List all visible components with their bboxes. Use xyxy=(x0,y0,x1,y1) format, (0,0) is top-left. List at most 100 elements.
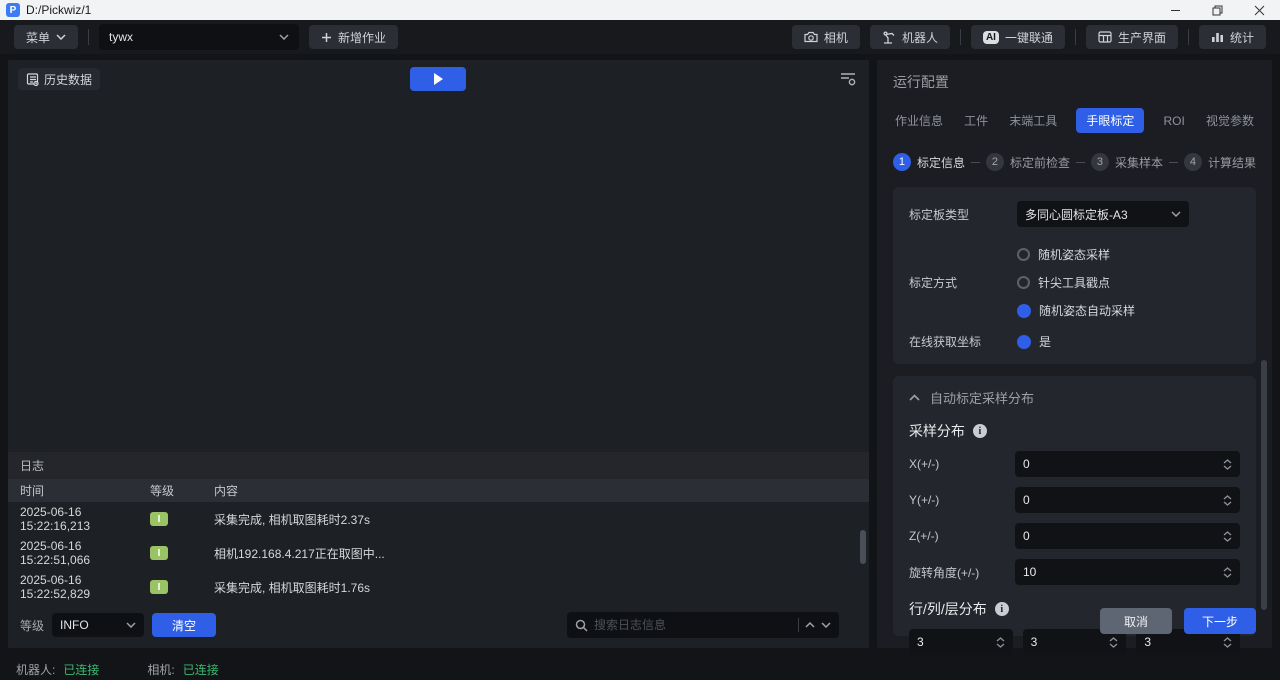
search-prev-icon[interactable] xyxy=(805,622,815,628)
clear-log-button[interactable]: 清空 xyxy=(152,613,216,637)
method-label: 标定方式 xyxy=(909,269,1017,291)
production-button[interactable]: 生产界面 xyxy=(1086,25,1178,49)
ai-icon: AI xyxy=(983,31,999,44)
main-canvas: 历史数据 日志 时间 等级 内容 2025-06-16 15:22:16,213… xyxy=(8,60,869,648)
tab-vision-params[interactable]: 视觉参数 xyxy=(1204,108,1256,133)
next-step-button[interactable]: 下一步 xyxy=(1184,608,1256,634)
log-settings-icon[interactable] xyxy=(837,69,859,89)
stepper-arrows-icon[interactable] xyxy=(1223,637,1232,648)
search-icon xyxy=(575,619,588,632)
y-range-stepper[interactable]: 0 xyxy=(1015,487,1240,513)
log-level-value: INFO xyxy=(60,618,89,632)
log-row[interactable]: 2025-06-16 15:22:16,213 I 采集完成, 相机取图耗时2.… xyxy=(8,502,869,536)
panel-title: 运行配置 xyxy=(893,72,1256,92)
calibration-form-card: 标定板类型 多同心圆标定板-A3 标定方式 随机姿态采样 针尖工具戳点 xyxy=(893,187,1256,364)
radio-checked-icon xyxy=(1017,335,1031,349)
camera-label: 相机 xyxy=(824,29,848,46)
stats-button[interactable]: 统计 xyxy=(1199,25,1266,49)
window-title: D:/Pickwiz/1 xyxy=(26,3,91,17)
stepper-arrows-icon[interactable] xyxy=(996,637,1005,648)
sample-distribution-label: 采样分布 xyxy=(909,421,965,441)
chevron-down-icon xyxy=(56,34,66,40)
job-select[interactable]: tywx xyxy=(99,24,299,50)
tab-job-info[interactable]: 作业信息 xyxy=(893,108,945,133)
close-icon[interactable] xyxy=(1238,0,1280,20)
camera-status-value: 已连接 xyxy=(183,661,219,678)
tab-roi[interactable]: ROI xyxy=(1162,110,1187,132)
config-tabs: 作业信息 工件 末端工具 手眼标定 ROI 视觉参数 xyxy=(893,108,1256,133)
tab-workpiece[interactable]: 工件 xyxy=(962,108,990,133)
restore-icon[interactable] xyxy=(1196,0,1238,20)
search-next-icon[interactable] xyxy=(821,622,831,628)
panel-scrollbar[interactable] xyxy=(1261,360,1267,610)
chevron-down-icon xyxy=(279,34,289,40)
step-connector xyxy=(971,162,980,163)
info-icon[interactable]: i xyxy=(995,602,1009,616)
step-pre-check[interactable]: 2 标定前检查 xyxy=(986,153,1070,171)
status-bar: 机器人: 已连接 相机: 已连接 xyxy=(0,656,1280,680)
log-table-header: 时间 等级 内容 xyxy=(8,479,869,502)
robot-status-label: 机器人: xyxy=(16,661,55,678)
info-icon[interactable]: i xyxy=(973,424,987,438)
tab-end-tool[interactable]: 末端工具 xyxy=(1007,108,1059,133)
run-button[interactable] xyxy=(410,67,466,91)
row-col-layer-label: 行/列/层分布 xyxy=(909,599,987,619)
board-type-label: 标定板类型 xyxy=(909,201,1017,227)
history-data-label: 历史数据 xyxy=(44,71,92,88)
info-level-badge: I xyxy=(150,546,168,560)
stepper-arrows-icon[interactable] xyxy=(1223,459,1232,470)
bar-chart-icon xyxy=(1211,31,1224,43)
history-data-button[interactable]: 历史数据 xyxy=(18,68,100,90)
stepper-arrows-icon[interactable] xyxy=(1223,567,1232,578)
log-level-select[interactable]: INFO xyxy=(52,613,144,637)
stepper-arrows-icon[interactable] xyxy=(1223,531,1232,542)
toolbar-divider xyxy=(960,29,961,45)
log-search-input[interactable] xyxy=(594,618,792,632)
menu-button[interactable]: 菜单 xyxy=(14,25,78,49)
toolbar-divider xyxy=(88,29,89,45)
radio-online-yes[interactable]: 是 xyxy=(1017,333,1051,350)
radio-tip-tool-poke[interactable]: 针尖工具戳点 xyxy=(1017,274,1135,291)
stepper-arrows-icon[interactable] xyxy=(1109,637,1118,648)
minimize-icon[interactable] xyxy=(1154,0,1196,20)
plus-icon xyxy=(321,32,332,43)
info-level-badge: I xyxy=(150,512,168,526)
robot-status-value: 已连接 xyxy=(63,661,99,678)
robot-button[interactable]: 机器人 xyxy=(870,25,950,49)
log-panel-title: 日志 xyxy=(8,452,869,479)
radio-checked-icon xyxy=(1017,304,1031,318)
auto-sampling-section-toggle[interactable]: 自动标定采样分布 xyxy=(909,388,1240,407)
new-job-label: 新增作业 xyxy=(338,29,386,46)
cancel-button[interactable]: 取消 xyxy=(1100,608,1172,634)
x-range-stepper[interactable]: 0 xyxy=(1015,451,1240,477)
log-row[interactable]: 2025-06-16 15:22:52,829 I 采集完成, 相机取图耗时1.… xyxy=(8,570,869,604)
stepper-arrows-icon[interactable] xyxy=(1223,495,1232,506)
chevron-down-icon xyxy=(1171,211,1181,217)
tab-hand-eye-calibration[interactable]: 手眼标定 xyxy=(1076,108,1144,133)
new-job-button[interactable]: 新增作业 xyxy=(309,25,398,49)
log-row[interactable]: 2025-06-16 15:22:51,066 I 相机192.168.4.21… xyxy=(8,536,869,570)
camera-icon xyxy=(804,31,818,43)
toolbar-divider xyxy=(1188,29,1189,45)
board-type-select[interactable]: 多同心圆标定板-A3 xyxy=(1017,201,1189,227)
play-icon xyxy=(434,73,443,85)
log-panel: 日志 时间 等级 内容 2025-06-16 15:22:16,213 I 采集… xyxy=(8,452,869,648)
log-level-label: 等级 xyxy=(20,617,44,634)
rotation-range-stepper[interactable]: 10 xyxy=(1015,559,1240,585)
camera-button[interactable]: 相机 xyxy=(792,25,860,49)
step-calibration-info[interactable]: 1 标定信息 xyxy=(893,153,965,171)
log-scrollbar[interactable] xyxy=(860,530,866,564)
run-config-panel: 运行配置 作业信息 工件 末端工具 手眼标定 ROI 视觉参数 1 标定信息 2… xyxy=(877,60,1272,648)
ai-connect-button[interactable]: AI 一键联通 xyxy=(971,25,1065,49)
step-collect-samples[interactable]: 3 采集样本 xyxy=(1091,153,1163,171)
log-col-content: 内容 xyxy=(214,482,869,499)
radio-random-pose-auto-sampling[interactable]: 随机姿态自动采样 xyxy=(1017,302,1135,319)
radio-random-pose-sampling[interactable]: 随机姿态采样 xyxy=(1017,246,1135,263)
step-connector xyxy=(1169,162,1178,163)
robot-arm-icon xyxy=(882,31,896,44)
online-coords-label: 在线获取坐标 xyxy=(909,333,1017,350)
z-range-stepper[interactable]: 0 xyxy=(1015,523,1240,549)
rows-stepper[interactable]: 3 xyxy=(909,629,1013,655)
step-compute-result[interactable]: 4 计算结果 xyxy=(1184,153,1256,171)
chevron-up-icon xyxy=(909,394,920,401)
